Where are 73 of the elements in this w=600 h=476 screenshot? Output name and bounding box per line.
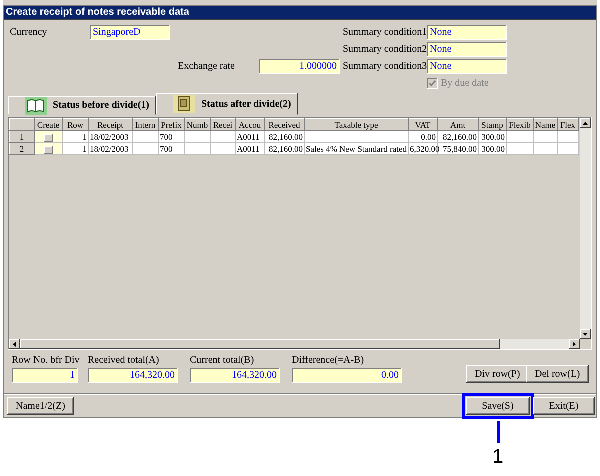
field-label: Exchange rate <box>178 61 235 72</box>
left-arrow-icon <box>13 342 16 346</box>
table-cell: 700 <box>160 144 173 154</box>
column-header[interactable]: Flex <box>558 118 578 130</box>
column-header[interactable]: Row <box>62 118 88 130</box>
row-number[interactable]: 1 <box>10 130 34 142</box>
table-cell: 6,320.00 <box>410 144 440 154</box>
table-cell: 0.00 <box>421 132 436 142</box>
up-arrow-icon <box>583 122 588 124</box>
field-label: Row No. bfr Div <box>12 355 78 366</box>
table-cell: 1 <box>82 132 87 142</box>
column-header[interactable]: Recei <box>210 118 236 130</box>
table-cell: 300.00 <box>482 132 505 142</box>
horizontal-scrollbar[interactable] <box>9 339 580 349</box>
column-header[interactable]: Prefix <box>158 118 184 130</box>
table-cell: 1 <box>82 144 87 154</box>
field-label: Summary condition1 <box>343 27 428 38</box>
input-field[interactable]: None <box>427 42 507 57</box>
table-cell: 75,840.00 <box>443 144 477 154</box>
column-header[interactable]: Receipt <box>88 118 132 130</box>
input-field[interactable]: 1 <box>12 368 78 383</box>
create-checkbox[interactable] <box>44 134 53 142</box>
column-header[interactable]: Amt <box>438 118 478 130</box>
delete-row-button[interactable]: Del row(L) <box>526 365 590 383</box>
field-label: Summary condition3 <box>343 61 428 72</box>
column-header[interactable]: Accou <box>236 118 264 130</box>
field-label: Summary condition2 <box>343 44 428 55</box>
table-cell: 300.00 <box>482 144 505 154</box>
book-icon <box>25 96 47 114</box>
input-field[interactable]: 164,320.00 <box>190 368 280 383</box>
exit-button[interactable]: Exit(E) <box>533 397 595 415</box>
save-button[interactable]: Save(S) <box>466 397 530 415</box>
table-cell: 82,160.00 <box>269 144 303 154</box>
document-icon <box>173 95 196 113</box>
column-header[interactable]: Taxable type <box>304 118 408 130</box>
callout-number: 1 <box>492 446 504 469</box>
table-cell: A0011 <box>237 144 260 154</box>
field-label: Current total(B) <box>190 355 256 366</box>
callout-line <box>496 421 500 443</box>
right-arrow-icon <box>573 342 576 346</box>
column-header[interactable]: Numb <box>184 118 210 130</box>
field-label: Received total(A) <box>88 355 160 366</box>
table-cell: 82,160.00 <box>269 132 303 142</box>
input-field[interactable]: 164,320.00 <box>88 368 178 383</box>
field-label: Difference(=A-B) <box>292 355 366 366</box>
tab[interactable]: Status after divide(2) <box>156 93 298 115</box>
field-label: Currency <box>10 27 48 38</box>
input-field[interactable]: 0.00 <box>292 368 402 383</box>
vertical-scrollbar[interactable] <box>580 118 591 339</box>
column-header[interactable]: Received <box>264 118 304 130</box>
input-field[interactable]: 1.000000 <box>259 59 340 74</box>
window-title: Create receipt of notes receivable data <box>4 6 596 20</box>
table-cell: 18/02/2003 <box>90 132 129 142</box>
input-field[interactable]: SingaporeD <box>90 25 170 40</box>
table-cell: 700 <box>160 132 173 142</box>
row-number[interactable]: 2 <box>10 142 34 154</box>
input-field[interactable]: None <box>427 25 507 40</box>
input-field[interactable]: None <box>427 59 507 74</box>
table-cell: A0011 <box>237 132 260 142</box>
column-header[interactable]: Flexib <box>506 118 534 130</box>
name-toggle-button[interactable]: Name1/2(Z) <box>7 397 74 415</box>
column-header[interactable]: VAT <box>408 118 438 130</box>
column-header[interactable]: Intern <box>132 118 158 130</box>
tab[interactable]: Status before divide(1) <box>8 96 156 115</box>
table-cell: 82,160.00 <box>443 132 477 142</box>
column-header[interactable]: Name <box>534 118 558 130</box>
table-cell: Sales 4% New Standard rated <box>306 144 408 154</box>
down-arrow-icon <box>583 332 588 336</box>
create-checkbox[interactable] <box>44 146 53 154</box>
column-header[interactable]: Stamp <box>478 118 506 130</box>
table-cell: 18/02/2003 <box>90 144 129 154</box>
check-icon <box>429 80 436 87</box>
column-header[interactable]: Create <box>34 118 62 130</box>
